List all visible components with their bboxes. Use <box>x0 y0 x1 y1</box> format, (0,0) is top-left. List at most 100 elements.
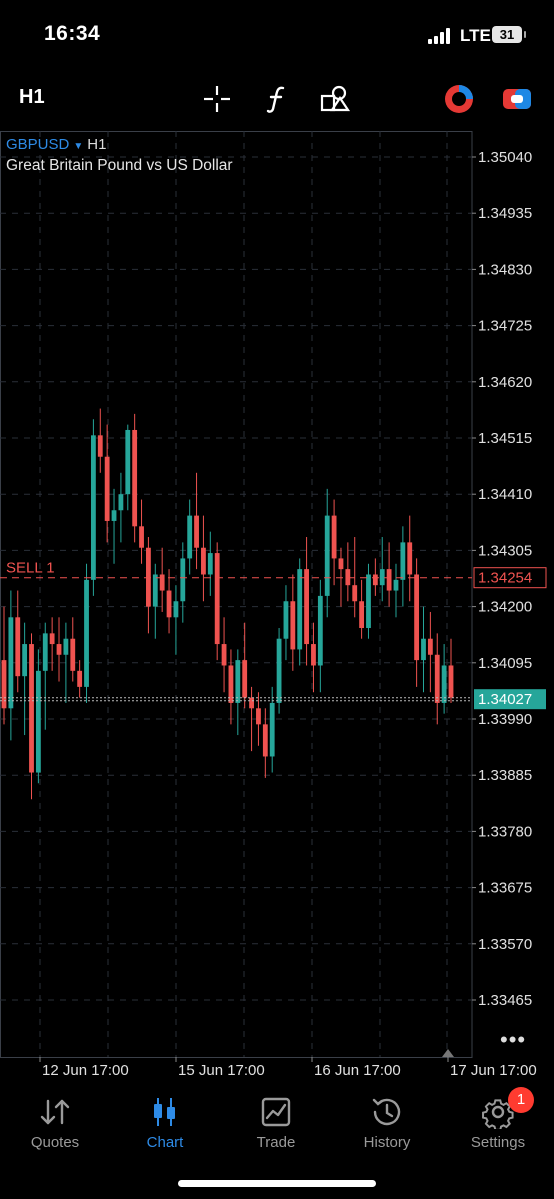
status-time: 16:34 <box>44 22 101 45</box>
candle-body <box>434 654 440 703</box>
candle-body <box>15 617 21 677</box>
tab-label: Chart <box>146 1134 184 1151</box>
tab-history[interactable]: History <box>332 1086 442 1151</box>
settings-badge: 1 <box>508 1087 534 1113</box>
battery-icon: 31 <box>492 26 526 43</box>
candle-body <box>366 574 371 629</box>
candle-body <box>421 638 426 661</box>
candle-body <box>187 515 193 559</box>
candle-body <box>201 547 206 575</box>
candle-body <box>297 569 303 650</box>
home-indicator[interactable] <box>178 1180 376 1187</box>
market-icon[interactable] <box>442 82 476 116</box>
candle-body <box>400 542 406 580</box>
trade-icon <box>221 1092 331 1132</box>
symbol-dropdown-icon[interactable]: ▼ <box>73 141 83 152</box>
candle-body <box>338 558 344 570</box>
candle-body <box>84 579 89 687</box>
price-axis-label: 1.34725 <box>478 318 532 335</box>
tab-quotes[interactable]: Quotes <box>0 1086 110 1151</box>
price-axis-label: 1.33570 <box>478 936 532 953</box>
sell-order-label: SELL 1 <box>6 560 55 577</box>
candle-body <box>262 724 268 757</box>
candle-body <box>304 569 309 645</box>
bottom-tab-bar: Quotes Chart Trade History Settings <box>0 1086 554 1156</box>
bid-price-label: 1.34027 <box>478 691 532 708</box>
chart-canvas[interactable]: 1.35040 1.34935 1.34830 1.34725 1.34620 1.345… <box>0 129 554 1084</box>
candle-body <box>242 660 248 698</box>
objects-icon[interactable] <box>318 82 352 116</box>
symbol-timeframe: H1 <box>87 136 107 153</box>
candle-body <box>8 617 14 709</box>
time-axis-label: 12 Jun 17:00 <box>42 1062 129 1079</box>
candle-body <box>104 456 110 521</box>
price-axis-label: 1.34200 <box>478 599 532 616</box>
status-bar: 16:34 LTE 31 <box>0 0 554 70</box>
candle-body <box>311 644 316 666</box>
candle-body <box>139 526 144 548</box>
candle-body <box>56 644 62 655</box>
candle-body <box>146 547 151 607</box>
sell-price-label: 1.34254 <box>478 570 532 587</box>
chart-icon <box>110 1092 220 1132</box>
candle-body <box>256 708 261 725</box>
quotes-icon <box>0 1092 110 1132</box>
tab-chart[interactable]: Chart <box>110 1086 220 1151</box>
symbol-description: Great Britain Pound vs US Dollar <box>6 157 233 174</box>
symbol-header[interactable]: GBPUSD ▼ H1 <box>6 136 106 153</box>
chart-toolbar: H1 <box>0 70 554 126</box>
trade-toggle-icon[interactable] <box>500 82 534 116</box>
candle-body <box>379 569 385 586</box>
price-axis-label: 1.33675 <box>478 880 532 897</box>
indicator-icon[interactable] <box>260 82 294 116</box>
tab-label: History <box>363 1134 411 1151</box>
candle-body <box>317 595 323 666</box>
candle-body <box>22 644 28 677</box>
candle-body <box>152 574 158 607</box>
candle-body <box>249 697 254 709</box>
price-axis-label: 1.33990 <box>478 711 532 728</box>
price-chart[interactable]: 1.35040 1.34935 1.34830 1.34725 1.34620 1.345… <box>0 129 554 1084</box>
candle-body <box>159 574 165 591</box>
candle-body <box>118 494 124 511</box>
symbol-name: GBPUSD <box>6 136 70 153</box>
candle-body <box>290 601 296 650</box>
candle-body <box>276 638 282 703</box>
chart-frame <box>0 131 473 1058</box>
candle-body <box>283 601 289 639</box>
candle-body <box>214 553 220 645</box>
candle-body <box>166 590 172 618</box>
candle-body <box>194 515 199 548</box>
scroll-marker-icon <box>442 1049 454 1057</box>
candle-body <box>42 633 48 671</box>
time-axis-label: 16 Jun 17:00 <box>314 1062 401 1079</box>
candle-body <box>345 569 351 586</box>
signal-icon <box>428 28 454 44</box>
candle-body <box>35 670 41 773</box>
candle-body <box>49 633 55 645</box>
price-axis-label: 1.35040 <box>478 149 532 166</box>
candle-body <box>235 660 241 703</box>
tab-label: Quotes <box>30 1134 80 1151</box>
candle-body <box>324 515 330 596</box>
settings-icon <box>443 1092 553 1132</box>
timeframe-button[interactable]: H1 <box>19 86 45 109</box>
tab-trade[interactable]: Trade <box>221 1086 331 1151</box>
network-type: LTE <box>460 26 491 45</box>
tab-settings[interactable]: Settings <box>443 1086 553 1151</box>
price-axis-label: 1.33780 <box>478 823 532 840</box>
candle-body <box>393 579 399 591</box>
time-axis-label: 17 Jun 17:00 <box>450 1062 537 1079</box>
tab-label: Trade <box>256 1134 296 1151</box>
candle-body <box>132 429 138 527</box>
candle-body <box>180 558 186 602</box>
candle-body <box>207 553 213 575</box>
more-options-button[interactable]: ••• <box>500 1027 526 1053</box>
candle-body <box>448 665 454 698</box>
price-axis-label: 1.34935 <box>478 205 532 222</box>
candle-body <box>407 542 413 575</box>
crosshair-icon[interactable] <box>200 82 234 116</box>
candle-body <box>70 638 76 671</box>
candle-body <box>29 644 34 773</box>
price-axis-label: 1.34830 <box>478 261 532 278</box>
